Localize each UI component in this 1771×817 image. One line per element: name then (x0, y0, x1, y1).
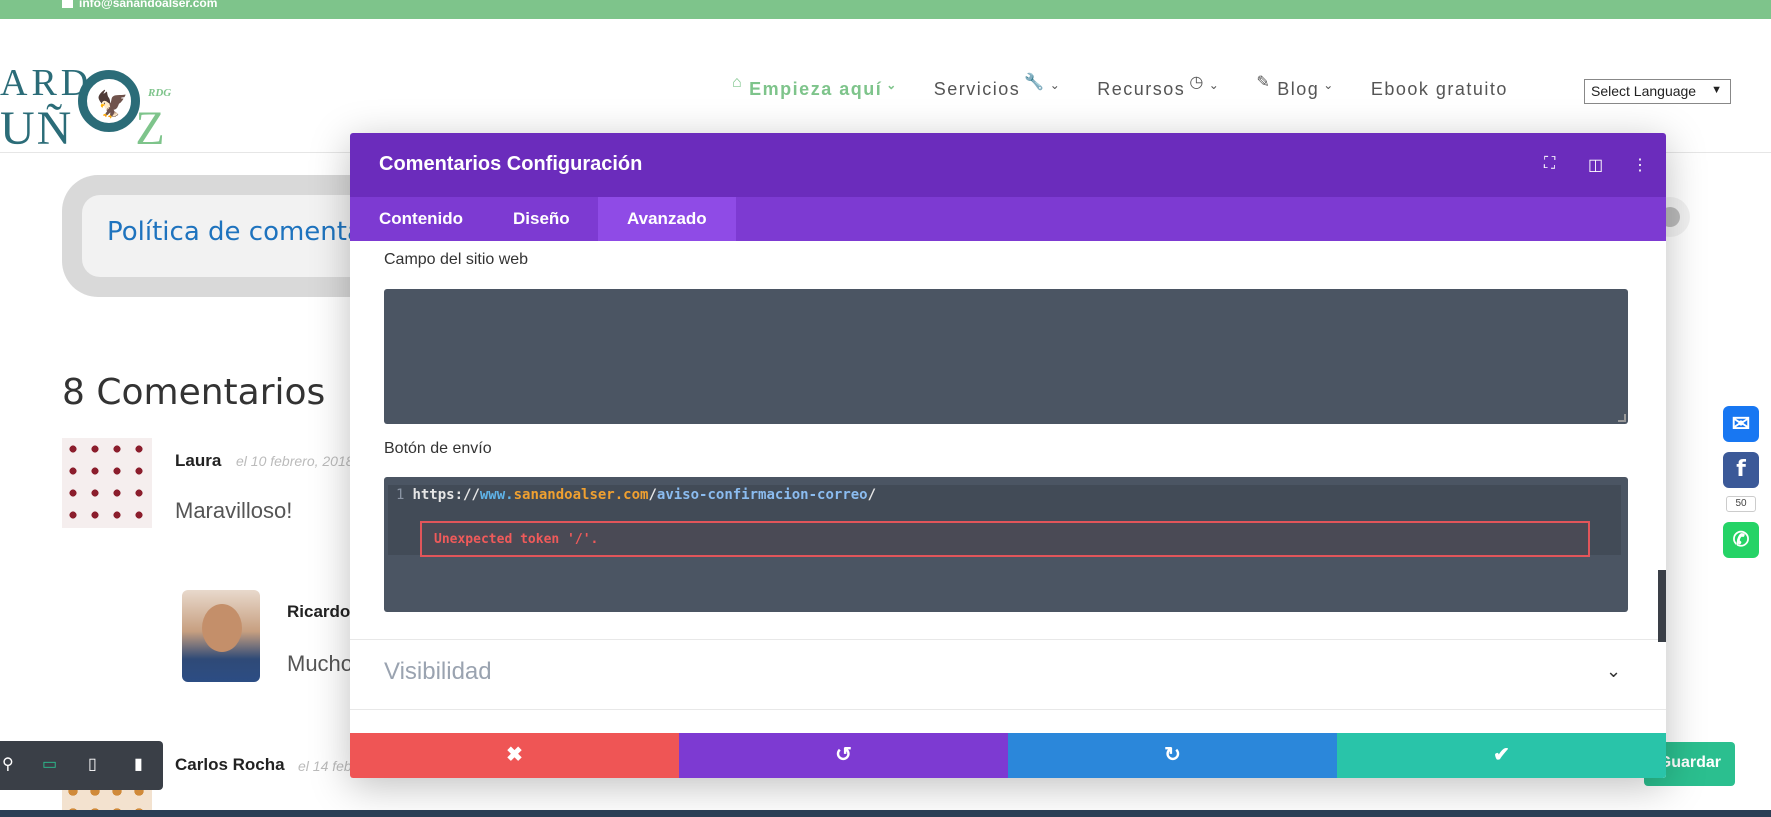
clock-icon: ◷ (1189, 73, 1205, 91)
divider (350, 639, 1666, 640)
bottom-bar (0, 810, 1771, 817)
tab-avanzado[interactable]: Avanzado (598, 197, 736, 241)
pencil-icon: ✎ (1256, 73, 1272, 91)
resize-handle-icon[interactable] (1618, 414, 1626, 422)
visibility-section-toggle[interactable]: Visibilidad (384, 658, 492, 686)
whatsapp-share-button[interactable]: ✆ (1723, 522, 1759, 558)
modal-scrollbar[interactable] (1658, 570, 1666, 642)
settings-modal: Comentarios Configuración ⛶ ◫ ⋮ Contenid… (350, 133, 1666, 778)
chevron-down-icon: ⌄ (886, 77, 898, 92)
comment-author[interactable]: Ricardo (287, 602, 350, 622)
eagle-icon: 🦅 (96, 89, 129, 119)
comment-text: Mucho (287, 651, 354, 676)
facebook-icon: f (1736, 457, 1746, 482)
chevron-down-icon[interactable]: ⌄ (1606, 661, 1621, 682)
code-line: 1 https://www.sanandoalser.com/aviso-conf… (396, 487, 877, 503)
main-navigation: ⌂ Empieza aquí ⌄ Servicios 🔧 ⌄ Recursos ◷ ⌄ ✎ B… (732, 69, 1544, 109)
modal-header: Comentarios Configuración ⛶ ◫ ⋮ (350, 133, 1666, 197)
comment-date[interactable]: el 10 febrero, 2018 (236, 453, 354, 469)
comment-text: Maravilloso! (175, 498, 293, 523)
modal-body: Campo del sitio web Botón de envío 1 http… (350, 241, 1666, 778)
code-editor-line-area[interactable]: 1 https://www.sanandoalser.com/aviso-conf… (388, 485, 1621, 557)
website-field-textarea[interactable] (384, 289, 1628, 424)
tablet-view-icon[interactable]: ▯ (88, 754, 97, 774)
chevron-down-icon: ⌄ (1049, 77, 1062, 92)
desktop-view-icon[interactable]: ▭ (42, 754, 57, 774)
tab-contenido[interactable]: Contenido (350, 197, 492, 241)
home-icon: ⌂ (732, 73, 744, 91)
comment-date[interactable]: el 14 feb (298, 758, 352, 774)
email-contact[interactable]: info@sanandoalser.com (62, 0, 217, 10)
modal-tabs: Contenido Diseño Avanzado (350, 197, 1666, 241)
share-count: 50 (1726, 496, 1756, 512)
whatsapp-icon: ✆ (1732, 529, 1750, 551)
builder-view-toolbar: ⚲ ▭ ▯ ▮ (0, 741, 163, 790)
zoom-icon[interactable]: ⚲ (2, 754, 14, 774)
nav-item-empieza[interactable]: ⌂ Empieza aquí ⌄ (732, 74, 898, 100)
fullscreen-icon[interactable]: ⛶ (1544, 155, 1555, 173)
dropdown-arrow-icon: ▼ (1711, 84, 1722, 96)
modal-title: Comentarios Configuración (379, 153, 643, 175)
divider (350, 709, 1666, 710)
submit-button-code-editor[interactable]: 1 https://www.sanandoalser.com/aviso-conf… (384, 477, 1628, 612)
nav-item-blog[interactable]: ✎ Blog ⌄ (1256, 74, 1335, 100)
modal-footer: ✖ ↺ ↻ ✔ (350, 733, 1666, 778)
envelope-icon (62, 0, 73, 8)
tab-diseno[interactable]: Diseño (484, 197, 599, 241)
submit-button-label: Botón de envío (384, 440, 492, 457)
messenger-icon: ✉ (1731, 411, 1751, 436)
facebook-share-button[interactable]: f (1723, 452, 1759, 488)
avatar (62, 438, 152, 528)
logo-badge: RDG (148, 87, 172, 99)
nav-item-servicios[interactable]: Servicios 🔧 ⌄ (934, 74, 1062, 100)
wrench-icon: 🔧 (1024, 73, 1046, 91)
comment-author[interactable]: Carlos Rocha (175, 755, 285, 775)
nav-item-recursos[interactable]: Recursos ◷ ⌄ (1097, 74, 1221, 100)
close-icon: ✖ (506, 744, 523, 766)
language-select[interactable]: Select Language ▼ (1584, 79, 1731, 104)
redo-icon: ↻ (1164, 744, 1181, 766)
chevron-down-icon: ⌄ (1208, 77, 1221, 92)
undo-icon: ↺ (835, 744, 852, 766)
split-view-icon[interactable]: ◫ (1588, 155, 1603, 175)
chevron-down-icon: ⌄ (1323, 77, 1335, 92)
undo-button[interactable]: ↺ (679, 733, 1008, 778)
line-number: 1 (396, 487, 405, 503)
avatar (182, 590, 260, 682)
site-logo[interactable]: ARD UÑ Z 🦅 RDG (0, 49, 180, 155)
phone-view-icon[interactable]: ▮ (134, 754, 143, 774)
more-options-icon[interactable]: ⋮ (1632, 155, 1648, 175)
avatar-face (202, 604, 242, 652)
redo-button[interactable]: ↻ (1008, 733, 1337, 778)
website-field-label: Campo del sitio web (384, 251, 529, 268)
comments-heading: 8 Comentarios (62, 372, 326, 413)
messenger-share-button[interactable]: ✉ (1723, 406, 1759, 442)
top-contact-bar: info@sanandoalser.com (0, 0, 1771, 19)
nav-item-ebook[interactable]: Ebook gratuito (1371, 79, 1508, 100)
code-error-message: Unexpected token '/'. (420, 521, 1590, 557)
discard-button[interactable]: ✖ (350, 733, 679, 778)
check-icon: ✔ (1493, 744, 1510, 766)
comment-author[interactable]: Laura (175, 451, 221, 471)
save-button[interactable]: ✔ (1337, 733, 1666, 778)
